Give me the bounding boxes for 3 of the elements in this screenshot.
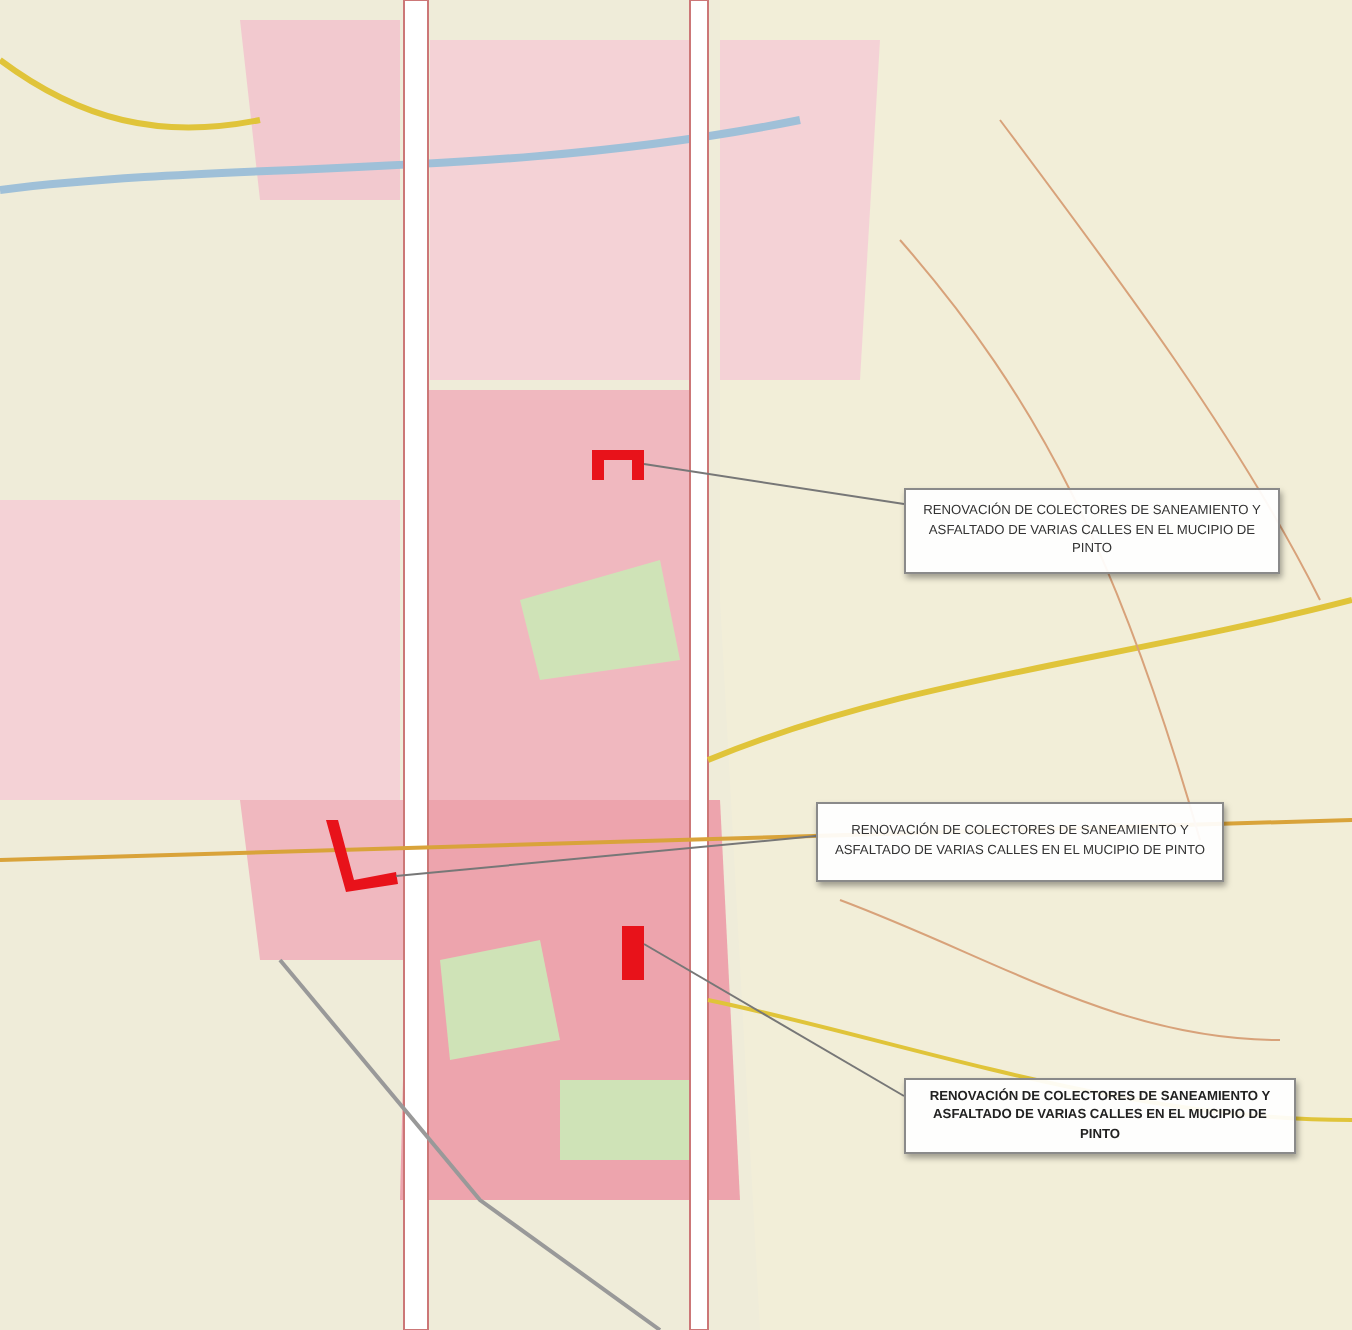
- work-area-mark: [326, 820, 398, 892]
- work-area-mark: [622, 926, 644, 980]
- work-area-mark: [592, 450, 644, 480]
